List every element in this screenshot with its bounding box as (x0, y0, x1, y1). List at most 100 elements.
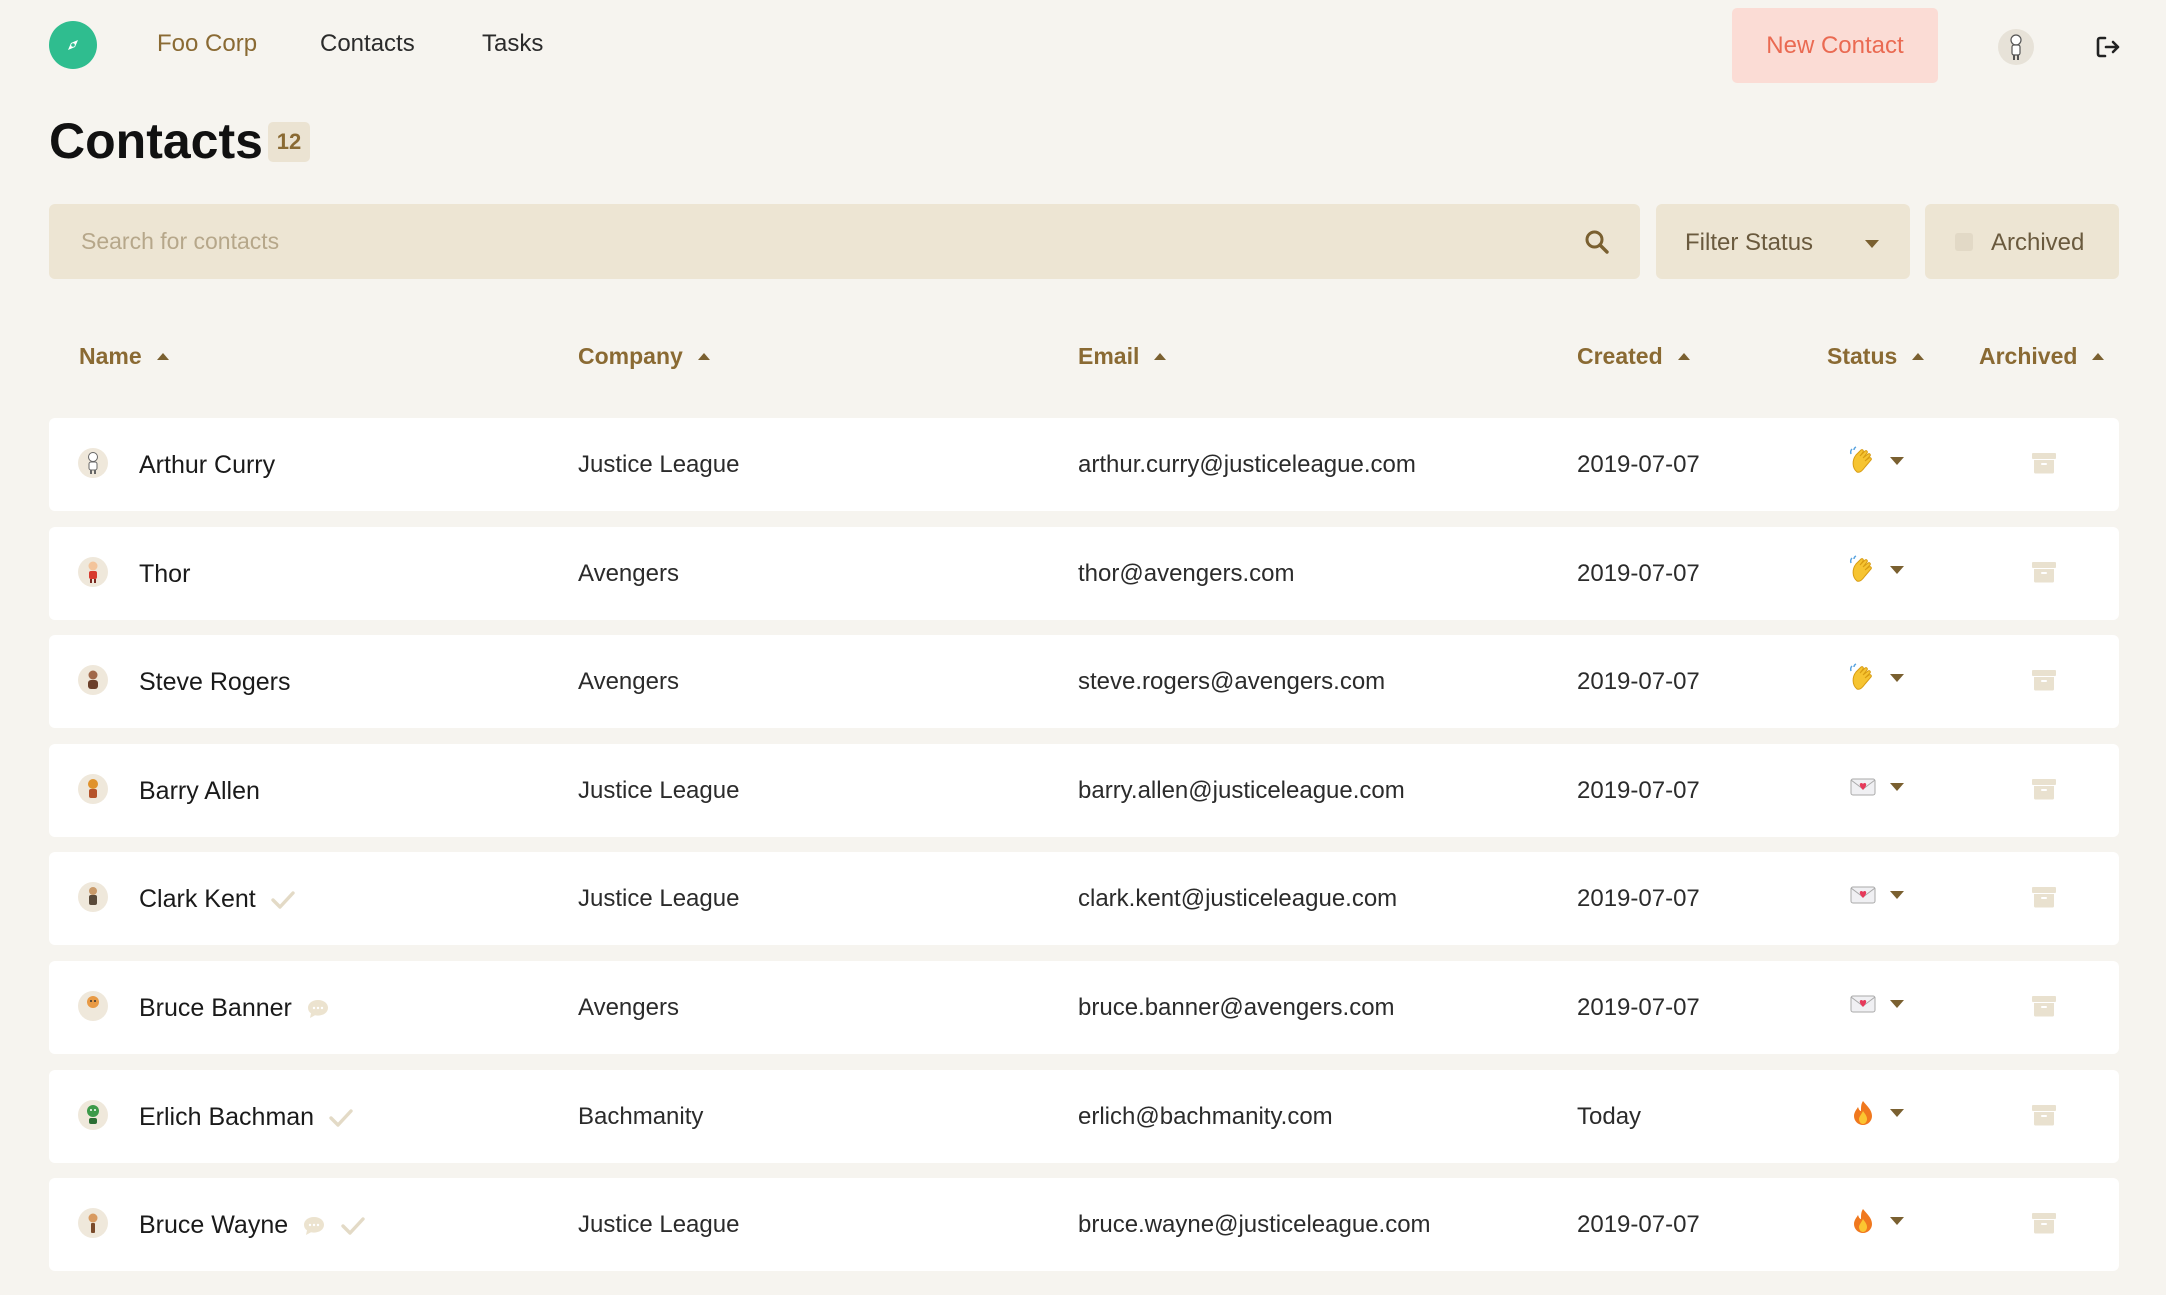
contact-avatar (78, 774, 108, 804)
contact-email: erlich@bachmanity.com (1078, 1103, 1333, 1130)
sort-up-icon (1677, 353, 1690, 360)
caret-down-icon (1890, 1217, 1904, 1225)
caret-down-icon (1890, 674, 1904, 682)
column-header-label: Archived (1979, 343, 2078, 369)
contact-avatar (78, 882, 108, 912)
status-dropdown[interactable] (1847, 879, 1905, 911)
archive-box-icon[interactable] (2031, 885, 2057, 911)
contact-company: Justice League (578, 1211, 740, 1238)
status-dropdown[interactable] (1847, 988, 1905, 1020)
top-navbar: Foo Corp Contacts Tasks New Contact (0, 0, 2166, 94)
contact-created-date: Today (1577, 1103, 1642, 1130)
archive-box-icon[interactable] (2031, 668, 2057, 694)
contact-company: Avengers (578, 994, 679, 1021)
waving-hand-icon (1847, 445, 1879, 477)
contact-name[interactable]: Steve Rogers (139, 668, 290, 697)
caret-down-icon (1890, 566, 1904, 574)
status-dropdown[interactable] (1847, 771, 1905, 803)
nav-brand-link[interactable]: Foo Corp (157, 30, 257, 58)
contact-name[interactable]: Bruce Wayne (139, 1211, 366, 1240)
status-dropdown[interactable] (1847, 554, 1905, 586)
contact-email: clark.kent@justiceleague.com (1078, 885, 1398, 912)
fire-icon (1847, 1205, 1879, 1237)
search-input[interactable] (49, 204, 1569, 279)
table-row[interactable]: Arthur Curry Justice League arthur.curry@j… (49, 418, 2119, 511)
contact-email: steve.rogers@avengers.com (1078, 668, 1386, 695)
table-row[interactable]: Bruce Banner Avengers bruce.banner@avenger… (49, 961, 2119, 1054)
check-icon (328, 1108, 354, 1128)
contact-name-text: Barry Allen (139, 777, 260, 805)
filter-status-dropdown[interactable]: Filter Status (1656, 204, 1910, 279)
table-row[interactable]: Clark Kent Justice League clark.kent@justi… (49, 852, 2119, 945)
contact-name-text: Bruce Banner (139, 994, 292, 1022)
contact-name[interactable]: Arthur Curry (139, 451, 275, 480)
archive-box-icon[interactable] (2031, 451, 2057, 477)
table-row[interactable]: Steve Rogers Avengers steve.rogers@avenger… (49, 635, 2119, 728)
contact-created-date: 2019-07-07 (1577, 668, 1700, 695)
contact-name[interactable]: Erlich Bachman (139, 1103, 354, 1132)
contact-email: arthur.curry@justiceleague.com (1078, 451, 1416, 478)
contact-name[interactable]: Bruce Banner (139, 994, 330, 1023)
column-header-label: Name (79, 343, 142, 369)
contact-created-date: 2019-07-07 (1577, 451, 1700, 478)
contact-company: Avengers (578, 668, 679, 695)
table-row[interactable]: Barry Allen Justice League barry.allen@jus… (49, 744, 2119, 837)
sort-up-icon (1154, 353, 1167, 360)
sort-up-icon (1912, 353, 1925, 360)
status-dropdown[interactable] (1847, 1097, 1905, 1129)
column-header-status[interactable]: Status (1827, 343, 1925, 370)
status-dropdown[interactable] (1847, 662, 1905, 694)
caret-down-icon (1890, 783, 1904, 791)
logout-icon[interactable] (2092, 30, 2126, 64)
check-icon (270, 890, 296, 910)
check-icon (340, 1216, 366, 1236)
search-icon[interactable] (1581, 226, 1613, 258)
user-avatar[interactable] (1998, 29, 2034, 65)
contact-avatar (78, 1208, 108, 1238)
contact-name[interactable]: Clark Kent (139, 885, 296, 914)
contact-avatar (78, 448, 108, 478)
fire-icon (1847, 1097, 1879, 1129)
column-header-label: Company (578, 343, 683, 369)
status-dropdown[interactable] (1847, 1205, 1905, 1237)
column-header-archived[interactable]: Archived (1979, 343, 2105, 370)
contact-email: thor@avengers.com (1078, 560, 1295, 587)
table-row[interactable]: Bruce Wayne Justice League bruce.wayne@jus… (49, 1178, 2119, 1271)
caret-down-icon (1890, 1109, 1904, 1117)
archive-box-icon[interactable] (2031, 560, 2057, 586)
column-header-created[interactable]: Created (1577, 343, 1691, 370)
column-header-company[interactable]: Company (578, 343, 711, 370)
archive-box-icon[interactable] (2031, 994, 2057, 1020)
contact-name[interactable]: Thor (139, 560, 190, 589)
love-letter-icon (1847, 879, 1879, 911)
sort-up-icon (697, 353, 710, 360)
column-header-label: Email (1078, 343, 1140, 369)
contact-name[interactable]: Barry Allen (139, 777, 260, 806)
archive-box-icon[interactable] (2031, 1103, 2057, 1129)
contact-company: Justice League (578, 885, 740, 912)
contact-avatar (78, 991, 108, 1021)
status-dropdown[interactable] (1847, 445, 1905, 477)
new-contact-button[interactable]: New Contact (1732, 8, 1938, 83)
table-row[interactable]: Erlich Bachman Bachmanity erlich@bachmanit… (49, 1070, 2119, 1163)
nav-tasks-link[interactable]: Tasks (482, 30, 543, 58)
archive-box-icon[interactable] (2031, 777, 2057, 803)
contact-created-date: 2019-07-07 (1577, 777, 1700, 804)
nav-contacts-link[interactable]: Contacts (320, 30, 415, 58)
table-row[interactable]: Thor Avengers thor@avengers.com 2019-07-07 (49, 527, 2119, 620)
compass-logo-icon[interactable] (49, 21, 97, 69)
contact-name-text: Arthur Curry (139, 451, 276, 479)
contact-company: Avengers (578, 560, 679, 587)
contact-name-text: Steve Rogers (139, 668, 291, 696)
contact-created-date: 2019-07-07 (1577, 1211, 1700, 1238)
column-header-label: Created (1577, 343, 1663, 369)
love-letter-icon (1847, 771, 1879, 803)
archived-filter-toggle[interactable]: Archived (1925, 204, 2119, 279)
archived-checkbox[interactable] (1955, 233, 1973, 251)
archived-filter-label: Archived (1991, 229, 2085, 256)
contact-email: bruce.wayne@justiceleague.com (1078, 1211, 1431, 1238)
column-header-email[interactable]: Email (1078, 343, 1167, 370)
archive-box-icon[interactable] (2031, 1211, 2057, 1237)
love-letter-icon (1847, 988, 1879, 1020)
column-header-name[interactable]: Name (79, 343, 170, 370)
